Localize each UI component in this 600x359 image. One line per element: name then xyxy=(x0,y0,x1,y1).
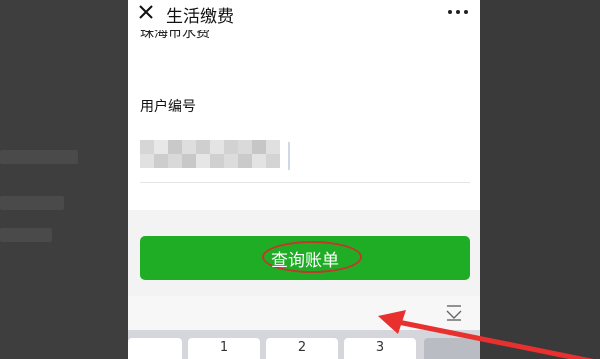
keyboard-key-3[interactable]: 3 xyxy=(344,338,416,359)
background-blur xyxy=(0,228,52,242)
keyboard-key-1[interactable]: 1 xyxy=(188,338,260,359)
obscured-user-number xyxy=(140,140,280,168)
user-number-label: 用户编号 xyxy=(140,99,196,115)
keyboard-collapse-icon[interactable] xyxy=(444,302,464,324)
keyboard-toolbar xyxy=(128,296,480,330)
user-number-input[interactable] xyxy=(140,136,470,183)
background-blur xyxy=(0,150,78,164)
keyboard-key-2[interactable]: 2 xyxy=(266,338,338,359)
background-glow xyxy=(480,0,600,359)
form-card: 珠海市水费 用户编号 xyxy=(128,26,480,210)
keyboard-key[interactable] xyxy=(128,338,182,359)
numeric-keyboard: 1 2 3 xyxy=(128,330,480,359)
background-blur xyxy=(0,196,64,210)
background-left xyxy=(0,0,128,359)
top-bar: 生活缴费 xyxy=(128,0,480,27)
more-icon[interactable] xyxy=(448,10,468,14)
page-title: 生活缴费 xyxy=(166,7,234,27)
previous-field-value: 珠海市水费 xyxy=(140,30,210,41)
text-cursor xyxy=(288,142,290,170)
query-bill-button[interactable]: 查询账单 xyxy=(140,236,470,280)
phone-screen: 生活缴费 珠海市水费 用户编号 查询账单 1 2 3 xyxy=(128,0,480,359)
query-bill-label: 查询账单 xyxy=(271,250,339,271)
close-icon[interactable] xyxy=(136,2,156,22)
keyboard-key-delete[interactable] xyxy=(424,338,480,359)
